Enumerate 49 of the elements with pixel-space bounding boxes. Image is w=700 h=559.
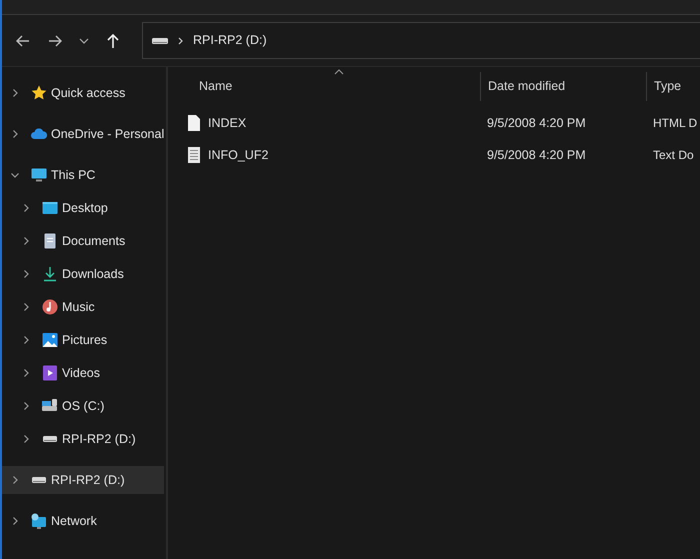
type-cell-text: Text Do bbox=[652, 147, 694, 164]
sidebar-item[interactable]: Videos bbox=[2, 359, 164, 387]
chevron-icon[interactable] bbox=[21, 401, 31, 411]
monitor-icon bbox=[30, 166, 48, 184]
sort-caret-icon[interactable] bbox=[334, 69, 344, 75]
type-cell-text: HTML D bbox=[652, 115, 698, 132]
sidebar-item[interactable]: Music bbox=[2, 293, 164, 321]
sidebar-item[interactable]: Desktop bbox=[2, 194, 164, 222]
chevron-icon[interactable] bbox=[10, 475, 20, 485]
text-file-icon bbox=[188, 147, 200, 163]
file-name[interactable]: INDEX bbox=[208, 114, 246, 132]
sidebar-item[interactable]: Pictures bbox=[2, 326, 164, 354]
address-path[interactable]: RPI-RP2 (D:) bbox=[193, 31, 267, 50]
network-icon bbox=[30, 512, 48, 530]
column-header[interactable]: Date modified bbox=[480, 72, 646, 101]
chevron-icon[interactable] bbox=[21, 434, 31, 444]
file-name[interactable]: INFO_UF2 bbox=[208, 146, 268, 164]
sidebar-item[interactable]: This PC bbox=[2, 161, 164, 189]
chevron-icon bbox=[177, 36, 185, 46]
chevron-icon[interactable] bbox=[21, 269, 31, 279]
chevron-icon[interactable] bbox=[21, 203, 31, 213]
desktop-icon bbox=[41, 199, 59, 217]
sidebar-item[interactable]: Downloads bbox=[2, 260, 164, 288]
download-icon bbox=[41, 265, 59, 283]
music-icon bbox=[41, 298, 59, 316]
date-cell-text: 9/5/2008 4:20 PM bbox=[486, 114, 587, 132]
star-icon bbox=[30, 84, 48, 102]
address-bar[interactable]: RPI-RP2 (D:) bbox=[142, 22, 700, 59]
sidebar-item[interactable]: OS (C:) bbox=[2, 392, 164, 420]
column-header[interactable]: Name bbox=[192, 72, 480, 101]
sidebar-item[interactable]: Quick access bbox=[2, 79, 164, 107]
chevron-icon[interactable] bbox=[21, 302, 31, 312]
sidebar-item[interactable]: Documents bbox=[2, 227, 164, 255]
sidebar-item[interactable]: RPI-RP2 (D:) bbox=[2, 425, 164, 453]
chevron-icon[interactable] bbox=[21, 335, 31, 345]
chevron-icon[interactable] bbox=[10, 88, 20, 98]
chevron-icon[interactable] bbox=[10, 129, 20, 139]
chevron-icon[interactable] bbox=[21, 236, 31, 246]
video-icon bbox=[41, 364, 59, 382]
file-icon bbox=[188, 115, 200, 131]
chevron-icon[interactable] bbox=[10, 170, 20, 180]
sidebar-item[interactable]: OneDrive - Personal bbox=[2, 120, 164, 148]
chevron-icon[interactable] bbox=[21, 368, 31, 378]
column-header[interactable]: Type bbox=[646, 72, 692, 101]
sidebar-item[interactable]: Network bbox=[2, 507, 164, 535]
chevron-icon[interactable] bbox=[10, 516, 20, 526]
sidebar-item[interactable]: RPI-RP2 (D:) bbox=[2, 466, 164, 494]
pictures-icon bbox=[41, 331, 59, 349]
date-cell-text: 9/5/2008 4:20 PM bbox=[486, 146, 587, 164]
